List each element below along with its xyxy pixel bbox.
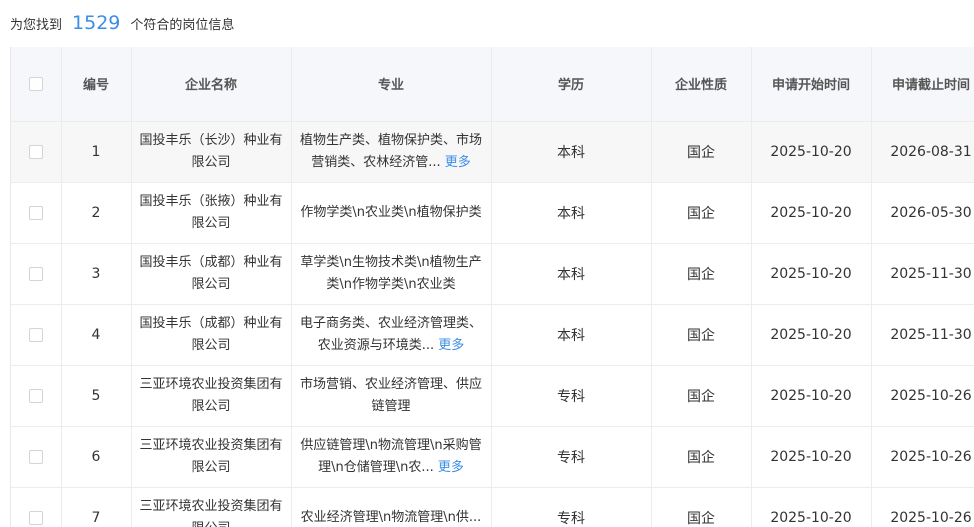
cell-company-type: 国企 (651, 121, 752, 183)
cell-company-type: 国企 (651, 243, 752, 305)
cell-education: 本科 (491, 243, 652, 305)
cell-start-date: 2025-10-20 (751, 487, 872, 527)
row-select-cell[interactable] (11, 121, 62, 183)
cell-end-date: 2025-10-26 (871, 426, 974, 488)
cell-end-date: 2026-08-31 (871, 121, 974, 183)
header-end-date: 申请截止时间 (871, 47, 974, 122)
table-row[interactable]: 1 国投丰乐（长沙）种业有限公司 植物生产类、植物保护类、市场营销类、农林经济管..… (11, 121, 974, 183)
header-education: 学历 (491, 47, 652, 122)
cell-major: 草学类\n生物技术类\n植物生产类\n作物学类\n农业类 (291, 243, 492, 305)
major-text: 草学类\n生物技术类\n植物生产类\n作物学类\n农业类 (300, 254, 482, 292)
cell-end-date: 2026-05-30 (871, 182, 974, 244)
header-company: 企业名称 (131, 47, 292, 122)
row-checkbox[interactable] (28, 388, 43, 403)
cell-end-date: 2025-11-30 (871, 304, 974, 366)
row-select-cell[interactable] (11, 243, 62, 305)
cell-company: 国投丰乐（长沙）种业有限公司 (131, 121, 292, 183)
cell-major: 农业经济管理\n物流管理\n供... (291, 487, 492, 527)
cell-education: 本科 (491, 182, 652, 244)
result-summary: 为您找到 1529 个符合的岗位信息 (10, 8, 234, 38)
cell-company-type: 国企 (651, 426, 752, 488)
cell-number: 2 (61, 182, 132, 244)
cell-company: 三亚环境农业投资集团有限公司 (131, 365, 292, 427)
major-text: 作物学类\n农业类\n植物保护类 (300, 204, 482, 220)
cell-education: 专科 (491, 365, 652, 427)
cell-company: 国投丰乐（张掖）种业有限公司 (131, 182, 292, 244)
cell-number: 6 (61, 426, 132, 488)
header-number: 编号 (61, 47, 132, 122)
select-all-checkbox[interactable] (28, 76, 43, 91)
row-select-cell[interactable] (11, 304, 62, 366)
row-select-cell[interactable] (11, 365, 62, 427)
cell-major: 植物生产类、植物保护类、市场营销类、农林经济管... 更多 (291, 121, 492, 183)
table-row[interactable]: 6 三亚环境农业投资集团有限公司 供应链管理\n物流管理\n采购管理\n仓储管理\n… (11, 426, 974, 488)
cell-number: 7 (61, 487, 132, 527)
cell-education: 本科 (491, 121, 652, 183)
more-link[interactable]: 更多 (438, 460, 464, 475)
cell-end-date: 2025-10-26 (871, 365, 974, 427)
more-link[interactable]: 更多 (445, 155, 471, 170)
cell-company-type: 国企 (651, 365, 752, 427)
cell-end-date: 2025-11-30 (871, 243, 974, 305)
cell-company: 国投丰乐（成都）种业有限公司 (131, 243, 292, 305)
row-checkbox[interactable] (28, 144, 43, 159)
row-select-cell[interactable] (11, 487, 62, 527)
header-start-date: 申请开始时间 (751, 47, 872, 122)
cell-education: 本科 (491, 304, 652, 366)
table-row[interactable]: 2 国投丰乐（张掖）种业有限公司 作物学类\n农业类\n植物保护类 本科 国企 2025-… (11, 182, 974, 244)
cell-education: 专科 (491, 426, 652, 488)
cell-company: 国投丰乐（成都）种业有限公司 (131, 304, 292, 366)
cell-major: 市场营销、农业经济管理、供应链管理 (291, 365, 492, 427)
select-all-cell[interactable] (11, 47, 62, 122)
cell-company-type: 国企 (651, 487, 752, 527)
cell-start-date: 2025-10-20 (751, 304, 872, 366)
table-row[interactable]: 4 国投丰乐（成都）种业有限公司 电子商务类、农业经济管理类、农业资源与环境类...… (11, 304, 974, 366)
cell-start-date: 2025-10-20 (751, 426, 872, 488)
cell-number: 1 (61, 121, 132, 183)
row-checkbox[interactable] (28, 266, 43, 281)
row-checkbox[interactable] (28, 327, 43, 342)
cell-company: 三亚环境农业投资集团有限公司 (131, 426, 292, 488)
row-select-cell[interactable] (11, 426, 62, 488)
cell-number: 5 (61, 365, 132, 427)
cell-end-date: 2025-10-26 (871, 487, 974, 527)
header-major: 专业 (291, 47, 492, 122)
cell-major: 供应链管理\n物流管理\n采购管理\n仓储管理\n农... 更多 (291, 426, 492, 488)
result-count: 1529 (72, 12, 121, 34)
cell-company-type: 国企 (651, 304, 752, 366)
cell-education: 专科 (491, 487, 652, 527)
job-table-container: 编号 企业名称 专业 学历 企业性质 申请开始时间 申请截止时间 1 国投丰乐（长… (10, 47, 974, 527)
summary-prefix: 为您找到 (10, 17, 63, 33)
summary-suffix: 个符合的岗位信息 (130, 17, 235, 33)
header-company-type: 企业性质 (651, 47, 752, 122)
major-text: 市场营销、农业经济管理、供应链管理 (299, 376, 482, 414)
cell-major: 作物学类\n农业类\n植物保护类 (291, 182, 492, 244)
cell-start-date: 2025-10-20 (751, 243, 872, 305)
table-row[interactable]: 5 三亚环境农业投资集团有限公司 市场营销、农业经济管理、供应链管理 专科 国企 2025… (11, 365, 974, 427)
job-table: 编号 企业名称 专业 学历 企业性质 申请开始时间 申请截止时间 1 国投丰乐（长… (11, 47, 974, 527)
table-row[interactable]: 3 国投丰乐（成都）种业有限公司 草学类\n生物技术类\n植物生产类\n作物学类\n… (11, 243, 974, 305)
cell-number: 3 (61, 243, 132, 305)
cell-start-date: 2025-10-20 (751, 121, 872, 183)
row-select-cell[interactable] (11, 182, 62, 244)
cell-company: 三亚环境农业投资集团有限公司 (131, 487, 292, 527)
row-checkbox[interactable] (28, 449, 43, 464)
row-checkbox[interactable] (28, 205, 43, 220)
cell-start-date: 2025-10-20 (751, 365, 872, 427)
table-row[interactable]: 7三亚环境农业投资集团有限公司农业经济管理\n物流管理\n供...专科国企202… (11, 487, 974, 527)
row-checkbox[interactable] (28, 510, 43, 525)
cell-number: 4 (61, 304, 132, 366)
cell-company-type: 国企 (651, 182, 752, 244)
cell-start-date: 2025-10-20 (751, 182, 872, 244)
more-link[interactable]: 更多 (438, 338, 464, 353)
major-text: 农业经济管理\n物流管理\n供... (300, 509, 482, 525)
cell-major: 电子商务类、农业经济管理类、农业资源与环境类... 更多 (291, 304, 492, 366)
table-header-row: 编号 企业名称 专业 学历 企业性质 申请开始时间 申请截止时间 (11, 47, 974, 122)
